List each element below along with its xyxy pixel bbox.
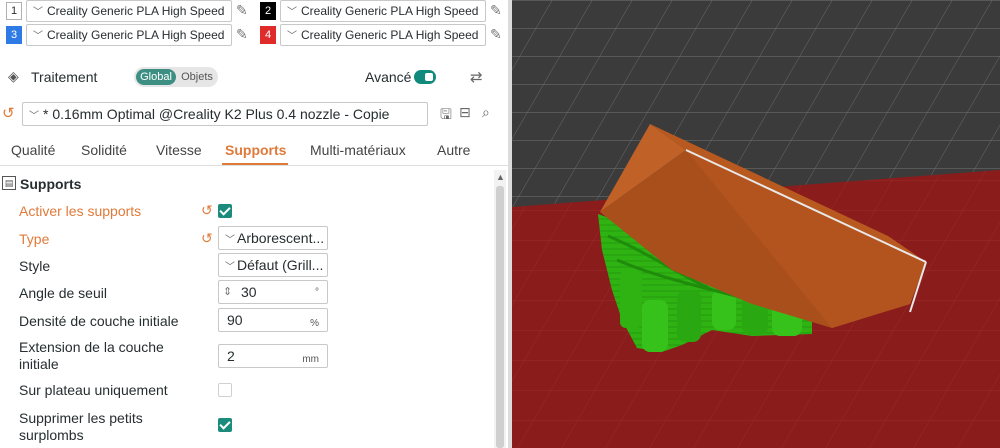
tab-supports[interactable]: Supports — [225, 142, 286, 158]
preset-name: * 0.16mm Optimal @Creality K2 Plus 0.4 n… — [43, 106, 390, 122]
process-preset-select[interactable]: ﹀ * 0.16mm Optimal @Creality K2 Plus 0.4 … — [22, 102, 428, 126]
process-header: ◈ Traitement Global Objets Avancé ⇄ — [0, 62, 508, 92]
label-line: Extension de la couche — [19, 339, 164, 355]
unit-label: % — [310, 318, 319, 329]
chevron-down-icon: ﹀ — [225, 235, 235, 246]
option-label-remove-small-overhangs-2: surplombs — [19, 427, 84, 443]
filament-row-2: 3 ﹀ Creality Generic PLA High Speed ✎ 4 ﹀… — [0, 24, 508, 48]
filament-select[interactable]: ﹀ Creality Generic PLA High Speed — [26, 0, 232, 22]
chevron-down-icon: ﹀ — [287, 7, 297, 18]
first-layer-expansion-input[interactable]: 2 mm — [218, 344, 328, 368]
option-label-threshold-angle: Angle de seuil — [19, 285, 107, 301]
active-tab-indicator — [222, 163, 288, 165]
option-label-style: Style — [19, 258, 51, 274]
search-icon[interactable]: ⌕ — [482, 104, 490, 121]
process-title: Traitement — [31, 69, 98, 85]
label-line: Supprimer les petits — [19, 410, 143, 426]
3d-viewport[interactable] — [512, 0, 1000, 448]
undo-icon[interactable]: ↺ — [201, 230, 213, 247]
settings-panel: 1 ﹀ Creality Generic PLA High Speed ✎ 2 ﹀… — [0, 0, 508, 448]
preset-row: ↺ ﹀ * 0.16mm Optimal @Creality K2 Plus 0.… — [0, 100, 508, 128]
scope-objets-button[interactable]: Objets — [178, 69, 216, 85]
option-label-first-layer-expansion: Extension de la couche — [19, 339, 164, 355]
filament-row-1: 1 ﹀ Creality Generic PLA High Speed ✎ 2 ﹀… — [0, 0, 508, 24]
chevron-down-icon: ﹀ — [33, 31, 43, 42]
advanced-label: Avancé — [365, 69, 412, 85]
chevron-down-icon: ﹀ — [225, 262, 235, 273]
tab-qualite[interactable]: Qualité — [11, 142, 55, 158]
section-title: Supports — [20, 176, 82, 192]
unit-label: mm — [302, 354, 319, 365]
scroll-up-icon[interactable]: ▲ — [496, 172, 505, 182]
pencil-icon[interactable]: ✎ — [490, 25, 508, 43]
undo-icon[interactable]: ↺ — [201, 202, 213, 219]
filament-name: Creality Generic PLA High Speed — [301, 28, 479, 42]
slicer-window: 1 ﹀ Creality Generic PLA High Speed ✎ 2 ﹀… — [0, 0, 1000, 448]
support-type-select[interactable]: ﹀ Arborescent... — [218, 226, 328, 250]
remove-small-overhangs-checkbox[interactable] — [218, 418, 232, 432]
first-layer-expansion-value: 2 — [227, 348, 235, 364]
supports-section-header: ▤ Supports — [0, 172, 508, 196]
filament-name: Creality Generic PLA High Speed — [47, 28, 225, 42]
pencil-icon[interactable]: ✎ — [236, 25, 254, 43]
label-line: initiale — [19, 356, 59, 372]
threshold-angle-input[interactable]: ⇕ 30 ° — [218, 280, 328, 304]
threshold-angle-value: 30 — [241, 284, 257, 300]
first-layer-density-value: 90 — [227, 312, 243, 328]
tab-solidite[interactable]: Solidité — [81, 142, 127, 158]
chevron-down-icon: ﹀ — [287, 31, 297, 42]
compare-icon[interactable]: ⇄ — [470, 68, 483, 86]
viewport-scene — [512, 0, 1000, 448]
option-label-on-build-plate-only: Sur plateau uniquement — [19, 382, 168, 398]
scope-toggle[interactable]: Global Objets — [134, 67, 218, 87]
option-label-first-layer-expansion-2: initiale — [19, 356, 59, 372]
undo-icon[interactable]: ↺ — [2, 104, 15, 122]
settings-tabs: Qualité Solidité Vitesse Supports Multi-… — [0, 138, 508, 166]
advanced-toggle[interactable] — [414, 70, 436, 84]
tab-multi-materiaux[interactable]: Multi-matériaux — [310, 142, 406, 158]
option-label-first-layer-density: Densité de couche initiale — [19, 313, 179, 329]
filament-select[interactable]: ﹀ Creality Generic PLA High Speed — [280, 0, 486, 22]
support-type-value: Arborescent... — [237, 230, 325, 246]
tab-vitesse[interactable]: Vitesse — [156, 142, 202, 158]
option-label-type: Type — [19, 231, 50, 247]
save-icon[interactable]: 🖫 — [440, 104, 452, 128]
filament-number-badge: 1 — [6, 2, 22, 20]
scope-global-button[interactable]: Global — [136, 69, 176, 85]
unit-label: ° — [315, 287, 319, 298]
first-layer-density-input[interactable]: 90 % — [218, 308, 328, 332]
chevron-down-icon: ﹀ — [29, 111, 39, 122]
filament-number-badge: 2 — [260, 2, 276, 20]
option-label-enable-support: Activer les supports — [19, 203, 142, 219]
filament-select[interactable]: ﹀ Creality Generic PLA High Speed — [280, 24, 486, 46]
filament-name: Creality Generic PLA High Speed — [47, 4, 225, 18]
filament-select[interactable]: ﹀ Creality Generic PLA High Speed — [26, 24, 232, 46]
support-style-value: Défaut (Grill... — [237, 257, 324, 273]
section-icon: ▤ — [2, 176, 16, 190]
spin-arrows-icon[interactable]: ⇕ — [223, 281, 232, 303]
chevron-down-icon: ﹀ — [33, 7, 43, 18]
support-style-select[interactable]: ﹀ Défaut (Grill... — [218, 253, 328, 277]
pencil-icon[interactable]: ✎ — [236, 1, 254, 19]
layers-icon: ◈ — [8, 68, 19, 84]
on-build-plate-only-checkbox[interactable] — [218, 383, 232, 397]
option-label-remove-small-overhangs: Supprimer les petits — [19, 410, 143, 426]
pencil-icon[interactable]: ✎ — [490, 1, 508, 19]
enable-support-checkbox[interactable] — [218, 204, 232, 218]
filament-name: Creality Generic PLA High Speed — [301, 4, 479, 18]
scrollbar-thumb[interactable] — [496, 186, 504, 448]
filament-number-badge: 4 — [260, 26, 276, 44]
label-line: surplombs — [19, 427, 84, 443]
tab-autre[interactable]: Autre — [437, 142, 470, 158]
filament-number-badge: 3 — [6, 26, 22, 44]
minus-box-icon[interactable]: ⊟ — [459, 104, 471, 121]
